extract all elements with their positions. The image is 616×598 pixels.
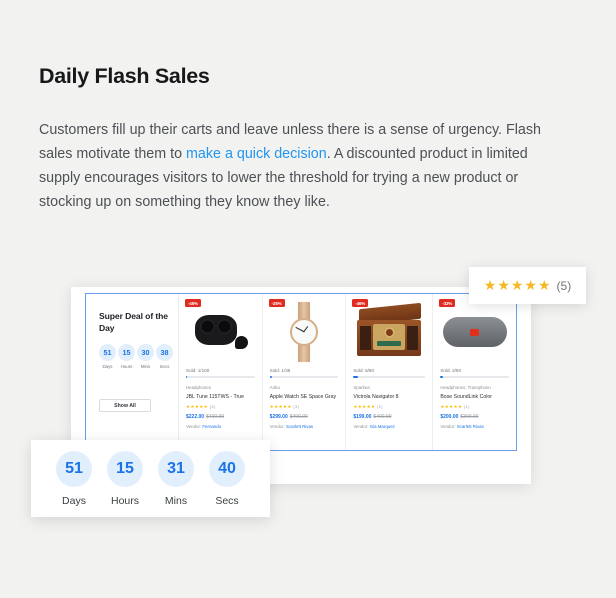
price-row: $222.00 $400.00 <box>186 414 255 420</box>
deal-countdown-days-value: 51 <box>99 344 116 361</box>
deal-countdown-hours-label: Hours <box>120 364 133 369</box>
countdown-days-value: 51 <box>56 450 92 487</box>
rating-stars: ★★★★★ (3) <box>186 404 216 409</box>
jbl-speaker-image <box>440 300 509 364</box>
vendor-name[interactable]: Scarlett Rivas <box>457 424 484 429</box>
product-name[interactable]: Bose SoundLink Color <box>440 394 509 400</box>
vendor-name[interactable]: Fernando <box>202 424 221 429</box>
vendor-row: Vendor: Gia Marquez <box>353 424 395 429</box>
vendor-name[interactable]: Gia Marquez <box>370 424 395 429</box>
star-rating-icon: ★★★★★ <box>483 277 552 293</box>
countdown-hours-value: 15 <box>107 450 143 487</box>
speaker-graphic <box>442 317 507 347</box>
price-row: $299.00 $400.00 <box>270 414 339 420</box>
intro-paragraph: Customers fill up their carts and leave … <box>39 118 573 214</box>
page-root: Daily Flash Sales Customers fill up thei… <box>0 0 616 598</box>
countdown-unit-hours: 15 Hours <box>107 450 143 507</box>
countdown-days-label: Days <box>62 494 86 507</box>
countdown-widget: 51 Days 15 Hours 31 Mins 40 Secs <box>31 440 270 517</box>
deal-title: Super Deal of the Day <box>99 311 168 333</box>
sold-count: Sold: 2/50 <box>440 368 462 373</box>
current-price: $200.00 <box>440 414 459 420</box>
old-price: $300.00 <box>460 414 479 420</box>
vendor-row: Vendor: Fernando <box>186 424 222 429</box>
countdown-unit-secs: 40 Secs <box>209 450 245 507</box>
review-badge: ★★★★★ (5) <box>469 267 586 304</box>
watch-graphic <box>289 302 319 362</box>
countdown-secs-label: Secs <box>215 494 239 507</box>
sold-count: Sold: 5/80 <box>353 368 375 373</box>
old-price: $400.00 <box>289 414 308 420</box>
rating-stars: ★★★★★ (2) <box>353 404 383 409</box>
earbuds-graphic <box>191 313 249 351</box>
product-card[interactable]: -33% Sold: 2/50 Headphones, Transphoen B… <box>433 294 516 450</box>
product-brand: Headphones, Transphoen <box>440 385 491 390</box>
product-name[interactable]: Apple Watch SE Space Gray <box>270 394 339 400</box>
earbuds-image <box>186 300 255 364</box>
price-row: $200.00 $300.00 <box>440 414 509 420</box>
discount-badge: -45% <box>185 299 201 307</box>
quick-decision-link[interactable]: make a quick decision <box>186 146 327 162</box>
deal-countdown-unit: 38 Secs <box>156 344 173 369</box>
deal-countdown-mins-value: 30 <box>137 344 154 361</box>
record-player-graphic <box>353 302 425 358</box>
price-row: $199.00 $400.00 <box>353 414 425 420</box>
countdown-secs-value: 40 <box>209 450 245 487</box>
old-price: $400.00 <box>206 414 225 420</box>
review-count-label: (5) <box>556 278 572 293</box>
vendor-name[interactable]: Scarlett Rivas <box>286 424 313 429</box>
product-card[interactable]: -46% Sold: 5/80 Sparkea Victrola Navigat… <box>346 294 434 450</box>
deal-countdown-unit: 30 Mins <box>137 344 154 369</box>
product-card[interactable]: -25% Sold: 1/35 Anbu Apple Watch SE Spac… <box>263 294 347 450</box>
countdown-mins-label: Mins <box>164 494 188 507</box>
deal-countdown-days-label: Days <box>102 364 113 369</box>
countdown-unit-mins: 31 Mins <box>158 450 194 507</box>
sold-count: Sold: 1/100 <box>186 368 210 373</box>
review-count: (2) <box>377 404 383 409</box>
old-price: $400.00 <box>373 414 392 420</box>
sold-progress-bar <box>269 376 339 378</box>
countdown-hours-label: Hours <box>110 494 139 507</box>
sold-progress-bar <box>353 376 426 378</box>
record-player-image <box>353 300 425 364</box>
countdown-mins-value: 31 <box>158 450 194 487</box>
deal-countdown-unit: 15 Hours <box>118 344 135 369</box>
current-price: $199.00 <box>353 414 372 420</box>
product-name[interactable]: Victrola Navigator 8 <box>353 394 425 400</box>
page-title: Daily Flash Sales <box>39 64 210 88</box>
current-price: $299.00 <box>269 414 288 420</box>
watch-image <box>270 300 339 364</box>
product-brand: Headphones <box>186 385 211 390</box>
rating-stars: ★★★★★ (3) <box>269 404 300 409</box>
vendor-row: Vendor: Scarlett Rivas <box>269 424 314 429</box>
product-name[interactable]: JBL Tune 115TWS - True <box>186 394 255 400</box>
sold-count: Sold: 1/35 <box>269 368 291 373</box>
review-count: (1) <box>464 404 470 409</box>
sold-progress-bar <box>186 376 255 378</box>
mockup-composition: Super Deal of the Day 51 Days 15 Hours 3… <box>0 255 616 525</box>
flash-sale-panel: Super Deal of the Day 51 Days 15 Hours 3… <box>85 293 517 451</box>
deal-countdown-hours-value: 15 <box>118 344 135 361</box>
sold-progress-bar <box>440 376 510 378</box>
vendor-row: Vendor: Scarlett Rivas <box>440 424 484 429</box>
deal-countdown-secs-value: 38 <box>156 344 173 361</box>
deal-countdown-secs-label: Secs <box>159 364 170 369</box>
current-price: $222.00 <box>186 414 205 420</box>
deal-column: Super Deal of the Day 51 Days 15 Hours 3… <box>86 294 179 450</box>
show-all-button[interactable]: Show All <box>99 399 151 412</box>
product-brand: Sparkea <box>353 385 370 390</box>
rating-stars: ★★★★★ (1) <box>440 404 470 409</box>
discount-badge: -33% <box>439 299 456 307</box>
product-card[interactable]: -45% Sold: 1/100 Headphones JBL Tune 115… <box>179 294 263 450</box>
countdown-unit-days: 51 Days <box>56 450 92 507</box>
product-grid: -45% Sold: 1/100 Headphones JBL Tune 115… <box>179 294 516 450</box>
deal-countdown-mins-label: Mins <box>140 364 151 369</box>
review-count: (3) <box>293 404 300 409</box>
product-brand: Anbu <box>269 385 280 390</box>
discount-badge: -25% <box>268 299 285 307</box>
deal-countdown: 51 Days 15 Hours 30 Mins 38 Secs <box>99 344 173 369</box>
review-count: (3) <box>209 404 216 409</box>
deal-countdown-unit: 51 Days <box>99 344 116 369</box>
